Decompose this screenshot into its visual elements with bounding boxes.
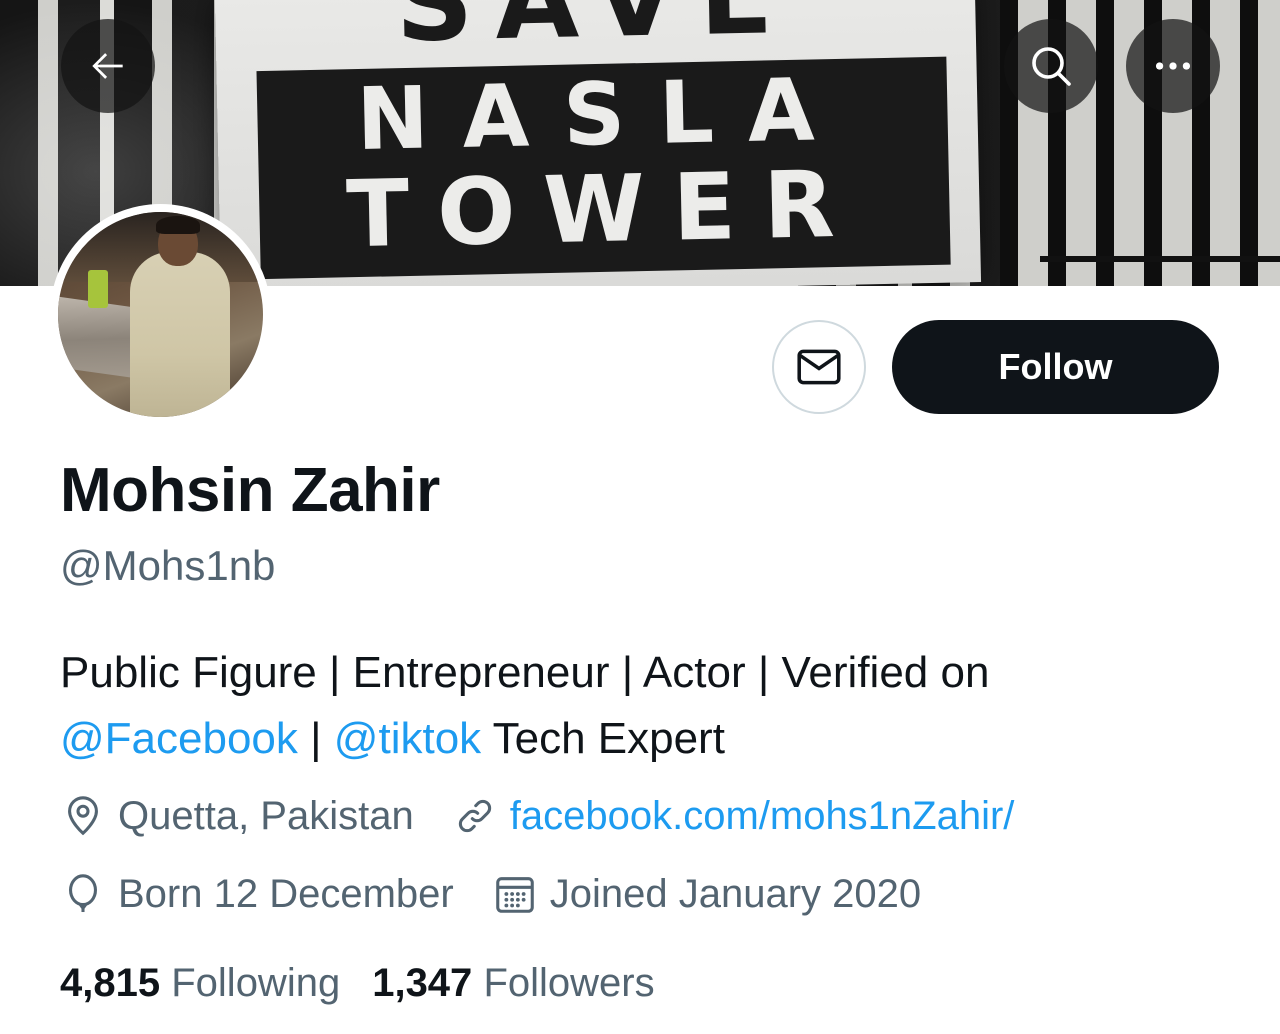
message-button[interactable] (772, 320, 866, 414)
profile-name: Mohsin Zahir (60, 456, 440, 525)
location-pin-icon (68, 796, 98, 836)
banner-sign-box: NASLA TOWER (256, 56, 951, 280)
envelope-icon (797, 349, 841, 385)
birthday-text: Born 12 December (118, 871, 454, 916)
location: Quetta, Pakistan (60, 793, 414, 839)
following-link[interactable]: 4,815 Following (60, 961, 340, 1006)
profile-bio: Public Figure | Entrepreneur | Actor | V… (60, 640, 1220, 772)
following-label: Following (171, 960, 341, 1005)
followers-count: 1,347 (372, 960, 473, 1005)
link-icon (458, 799, 491, 833)
arrow-left-icon (92, 53, 123, 79)
profile-meta-row-2: Born 12 December Joined January 2020 (60, 866, 959, 922)
birthday: Born 12 December (60, 871, 454, 917)
followers-link[interactable]: 1,347 Followers (372, 961, 654, 1006)
search-icon (1032, 47, 1071, 86)
following-count: 4,815 (60, 960, 161, 1005)
calendar-icon (495, 877, 534, 913)
bio-text-3: Tech Expert (481, 714, 725, 763)
profile-page: SAVE NASLA TOWER (0, 0, 1280, 1034)
profile-handle: @Mohs1nb (60, 542, 276, 589)
banner-sign-line-3: TOWER (345, 150, 864, 269)
followers-label: Followers (483, 960, 655, 1005)
follow-button[interactable]: Follow (892, 320, 1219, 414)
banner-fence-rail (1040, 256, 1280, 286)
banner-sign: SAVE NASLA TOWER (214, 0, 982, 286)
bio-mention-facebook[interactable]: @Facebook (60, 714, 298, 763)
more-options-button[interactable] (1126, 19, 1220, 113)
follow-stats: 4,815 Following 1,347 Followers (60, 955, 687, 1011)
back-button[interactable] (61, 19, 155, 113)
website-link[interactable]: facebook.com/mohs1nZahir/ (510, 794, 1015, 839)
bio-mention-tiktok[interactable]: @tiktok (334, 714, 481, 763)
website[interactable]: facebook.com/mohs1nZahir/ (452, 793, 1015, 839)
banner-sign-top-text: SAVE (284, 0, 906, 66)
search-button[interactable] (1004, 19, 1098, 113)
bio-text-2: | (297, 714, 334, 763)
avatar-photo (58, 212, 263, 417)
bio-text-1: Public Figure | Entrepreneur | Actor | V… (60, 648, 990, 697)
balloon-icon (69, 874, 97, 913)
more-horizontal-icon (1155, 62, 1191, 70)
joined-date: Joined January 2020 (492, 871, 921, 917)
profile-meta-row-1: Quetta, Pakistan facebook.com/mohs1nZahi… (60, 788, 1052, 844)
joined-text: Joined January 2020 (549, 871, 922, 916)
profile-avatar[interactable] (50, 204, 271, 425)
location-text: Quetta, Pakistan (118, 793, 414, 838)
